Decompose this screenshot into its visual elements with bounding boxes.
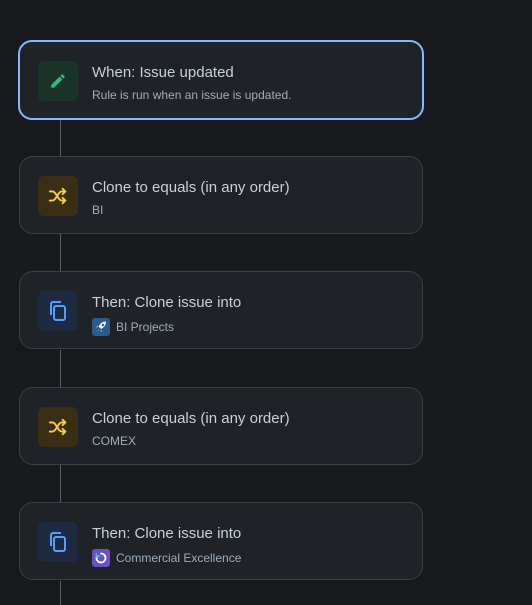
step-title: Clone to equals (in any order) [92,179,290,196]
connector-line [60,465,61,503]
step-subtitle-text: BI [92,203,104,217]
connector-line [60,581,61,605]
rocket-icon [92,318,110,336]
step-subtitle: BI [92,203,103,217]
step-title: When: Issue updated [92,64,234,81]
condition-card-bi[interactable]: Clone to equals (in any order) BI [19,156,423,234]
action-icon-box [38,522,78,562]
trigger-card-issue-updated[interactable]: When: Issue updated Rule is run when an … [18,40,424,120]
step-subtitle: COMEX [92,434,136,448]
step-subtitle-text: BI Projects [116,320,175,334]
connector-line [60,120,61,157]
step-subtitle: BI Projects [92,318,174,336]
condition-icon-box [38,407,78,447]
step-title: Then: Clone issue into [92,525,242,542]
connector-line [60,350,61,388]
step-title: Then: Clone issue into [92,294,242,311]
step-subtitle: Commercial Excellence [92,549,241,567]
swirl-icon [92,549,110,567]
step-subtitle-text: COMEX [92,434,137,448]
action-card-clone-bi-projects[interactable]: Then: Clone issue into BI Projects [19,271,423,349]
copy-icon [50,301,66,321]
copy-icon [50,532,66,552]
condition-icon-box [38,176,78,216]
shuffle-icon [48,187,67,205]
step-subtitle-text: Commercial Excellence [116,551,242,565]
step-title: Clone to equals (in any order) [92,410,290,427]
connector-line [60,234,61,272]
pencil-icon [51,74,65,88]
action-card-clone-commercial-excellence[interactable]: Then: Clone issue into Commercial Excell… [19,502,423,580]
action-icon-box [38,291,78,331]
shuffle-icon [48,418,67,436]
step-subtitle-text: Rule is run when an issue is updated. [92,88,292,102]
rule-canvas: When: Issue updated Rule is run when an … [0,0,532,605]
condition-card-comex[interactable]: Clone to equals (in any order) COMEX [19,387,423,465]
step-subtitle: Rule is run when an issue is updated. [92,88,291,102]
trigger-icon-box [38,61,78,101]
